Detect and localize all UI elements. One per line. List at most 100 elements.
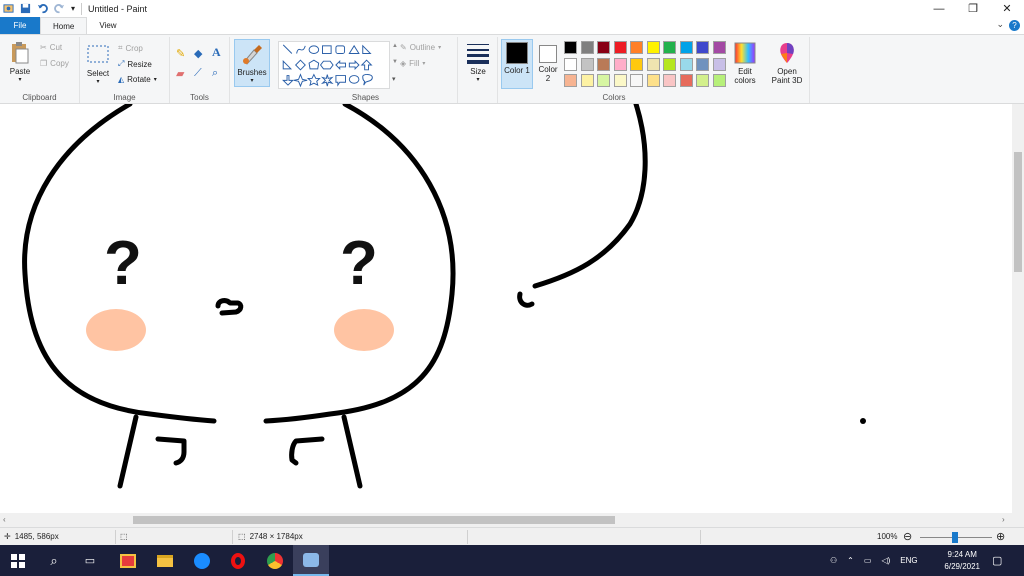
brushes-button[interactable]: Brushes ▾ [234,39,270,87]
taskbar-app-paint[interactable] [293,545,329,576]
color-swatch[interactable] [679,57,693,71]
save-icon[interactable] [20,3,31,14]
notifications-button[interactable]: ▢ [992,545,1002,576]
volume-icon[interactable]: ◁) [881,556,890,565]
color-swatch[interactable] [564,41,577,54]
redo-icon[interactable] [54,3,65,14]
drawing-canvas[interactable]: ? ? [0,104,1012,513]
horizontal-scroll-thumb[interactable] [133,516,615,524]
color-swatch[interactable] [564,57,577,71]
select-dropdown-icon[interactable]: ▾ [96,78,99,87]
open-paint3d-button[interactable]: Open Paint 3D [766,41,808,85]
magnifier-icon[interactable]: ⌕ [212,67,218,80]
color-swatch[interactable] [679,41,693,54]
customize-qat-icon[interactable]: ▾ [71,4,75,13]
shapes-scroll-up-icon[interactable]: ▲ [392,43,398,49]
color-swatch[interactable] [580,74,594,87]
taskbar-app-file-explorer[interactable] [147,545,183,576]
copy-button[interactable]: ❐ Copy [40,59,69,68]
paste-dropdown-icon[interactable]: ▾ [18,76,21,85]
taskbar-app-chrome[interactable] [257,545,293,576]
horizontal-scrollbar[interactable]: ‹ › [0,513,1012,527]
vertical-scroll-thumb[interactable] [1014,152,1022,272]
color-swatch[interactable] [580,41,594,54]
taskbar-app-paint-classic[interactable] [110,545,146,576]
color-swatch[interactable] [646,41,660,54]
paint-app-icon[interactable] [3,3,14,14]
select-button[interactable]: Select ▾ [84,43,112,87]
people-icon[interactable]: ⚇ [830,556,837,565]
shapes-expand-icon[interactable]: ▾ [392,75,396,83]
title-bar: ▾ Untitled - Paint — ❐ ✕ [0,0,1024,17]
start-button[interactable] [0,545,36,576]
fill-bucket-icon[interactable]: ◆ [194,47,202,60]
zoom-in-icon[interactable]: ⊕ [996,530,1005,543]
color-swatch[interactable] [696,57,709,71]
shapes-scroll-down-icon[interactable]: ▼ [392,59,398,65]
tab-file[interactable]: File [0,17,40,34]
color-swatch[interactable] [663,74,676,87]
text-tool-icon[interactable]: A [212,45,221,60]
color-swatch[interactable] [597,57,610,71]
edit-colors-button[interactable]: Edit colors [730,41,760,85]
restore-button[interactable]: ❐ [956,0,990,17]
input-language[interactable]: ENG [900,556,917,565]
color2-button[interactable]: Color 2 [535,39,561,89]
minimize-button[interactable]: — [922,0,956,17]
color-picker-icon[interactable]: ⟋ [194,67,202,80]
taskbar-app-opera[interactable] [220,545,256,576]
size-button[interactable]: Size ▾ [462,41,494,85]
close-button[interactable]: ✕ [990,0,1024,17]
rotate-button[interactable]: ◭ Rotate ▾ [118,75,157,84]
collapse-ribbon-icon[interactable]: ⌄ [996,19,1004,30]
color1-button[interactable]: Color 1 [501,39,533,89]
color-swatch[interactable] [712,41,726,54]
color-swatch[interactable] [696,74,709,87]
crop-button[interactable]: ⌗ Crop [118,43,143,53]
cut-button[interactable]: ✂ Cut [40,43,62,52]
color-swatch[interactable] [712,74,726,87]
color-swatch[interactable] [613,41,627,54]
color-swatch[interactable] [630,41,643,54]
color-swatch[interactable] [663,57,676,71]
color-swatch[interactable] [580,57,594,71]
outline-button[interactable]: ✎ Outline ▾ [400,43,441,52]
color-swatch[interactable] [597,74,610,87]
search-button[interactable]: ⌕ [36,545,72,576]
color-swatch[interactable] [564,74,577,87]
shapes-gallery[interactable] [278,41,390,89]
taskbar-app-zalo[interactable] [184,545,220,576]
color-swatch[interactable] [663,41,676,54]
vertical-scrollbar[interactable] [1012,104,1024,513]
color-swatch[interactable] [613,74,627,87]
tab-home[interactable]: Home [40,17,88,34]
color-swatch[interactable] [696,41,709,54]
zoom-out-icon[interactable]: ⊖ [903,530,912,543]
resize-button[interactable]: ⤢ Resize [118,59,152,69]
color-swatch[interactable] [630,57,643,71]
zoom-slider-thumb[interactable] [952,532,958,543]
eraser-icon[interactable]: ▰ [176,67,184,80]
color-swatch[interactable] [646,74,660,87]
help-icon[interactable]: ? [1009,20,1020,31]
brushes-dropdown-icon[interactable]: ▾ [250,77,253,86]
show-hidden-icons[interactable]: ⌃ [847,556,854,565]
scroll-left-icon[interactable]: ‹ [3,515,6,524]
color-swatch[interactable] [613,57,627,71]
color-swatch[interactable] [597,41,610,54]
clock[interactable]: 9:24 AM 6/29/2021 [944,549,980,573]
color-swatch[interactable] [630,74,643,87]
scroll-right-icon[interactable]: › [1002,515,1005,524]
color-swatch[interactable] [646,57,660,71]
undo-icon[interactable] [37,3,48,14]
size-dropdown-icon[interactable]: ▾ [476,76,479,85]
fill-button[interactable]: ◈ Fill ▾ [400,59,425,68]
color-swatch[interactable] [679,74,693,87]
paste-button[interactable]: Paste ▾ [6,41,34,85]
tab-view[interactable]: View [87,17,128,34]
battery-icon[interactable]: ▭ [864,556,872,565]
rotate-dropdown-icon[interactable]: ▾ [154,76,157,83]
color-swatch[interactable] [712,57,726,71]
pencil-icon[interactable]: ✎ [176,47,185,60]
task-view-button[interactable]: ▭ [72,545,108,576]
